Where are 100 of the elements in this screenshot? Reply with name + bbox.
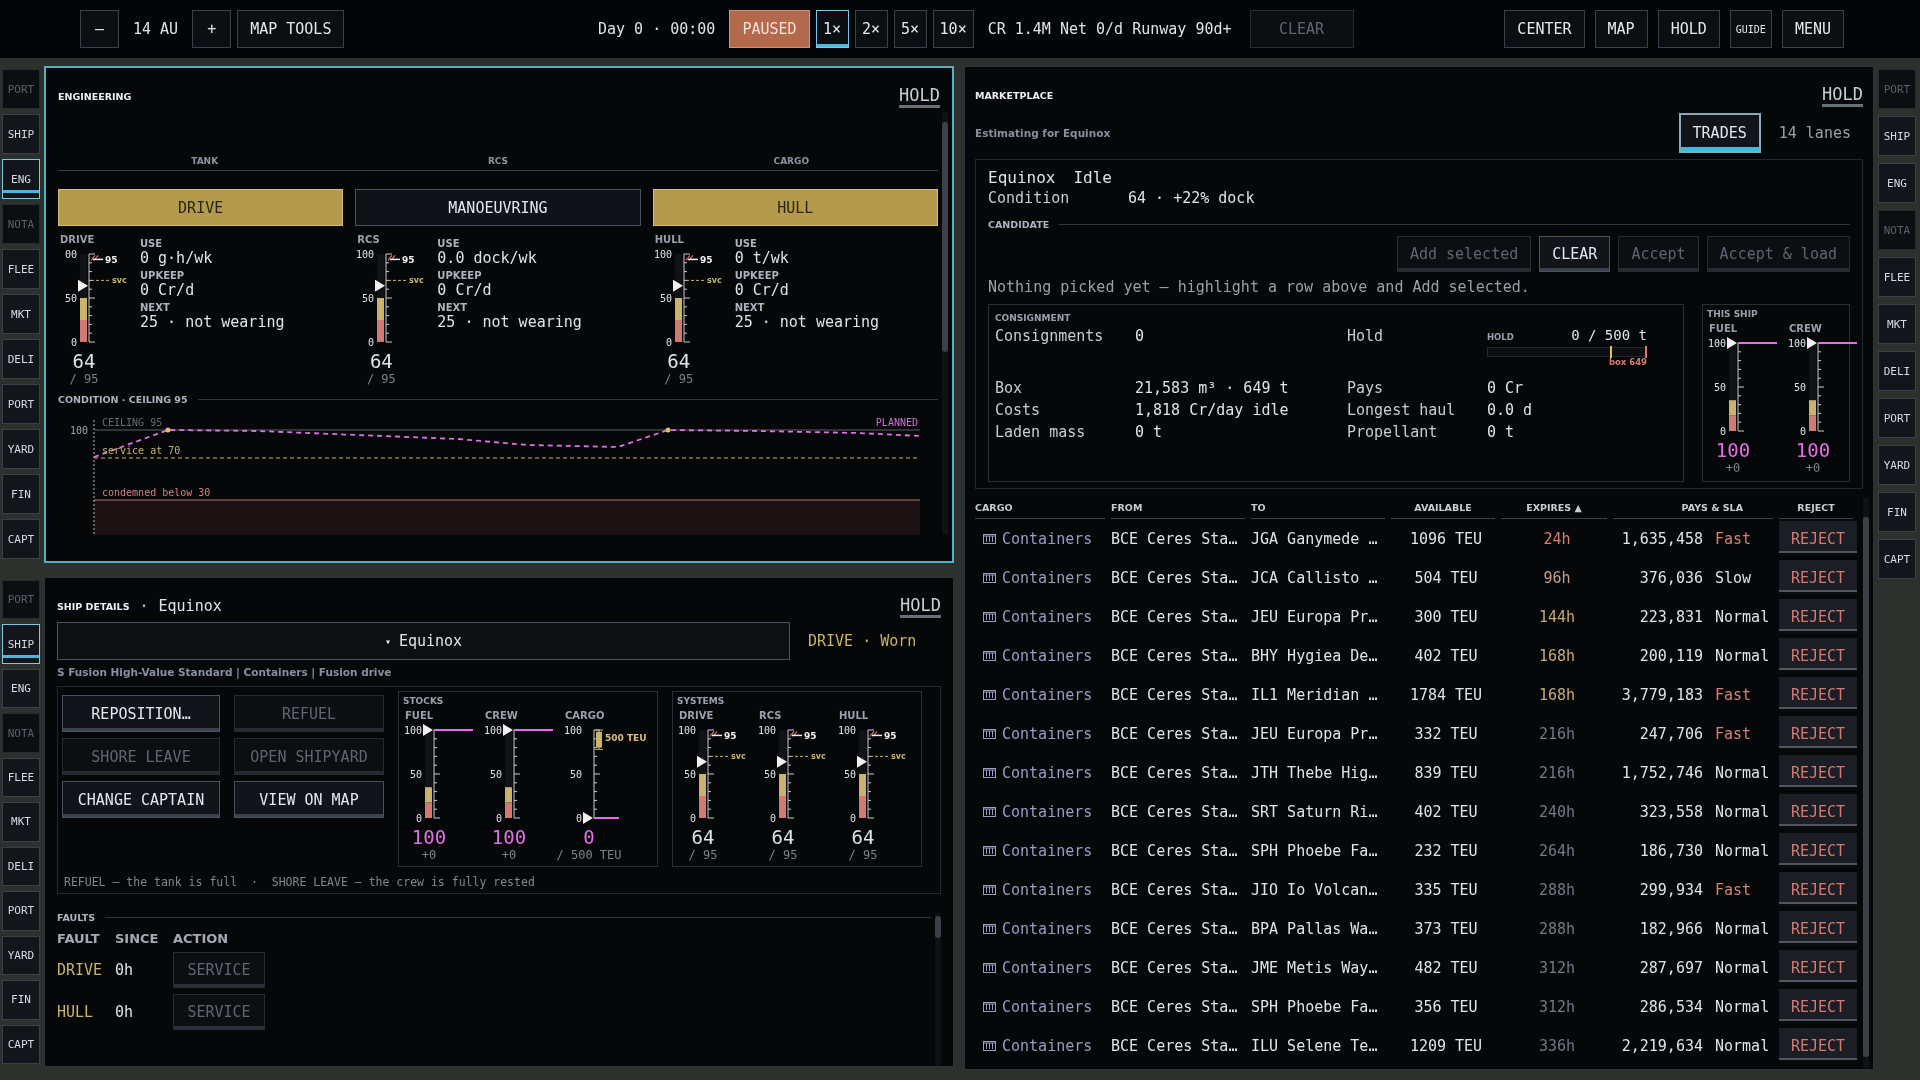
field-label: Costs: [995, 401, 1042, 419]
reject-button[interactable]: REJECT: [1779, 560, 1857, 595]
mode-button[interactable]: HULL: [652, 189, 938, 226]
sidebar-tab[interactable]: PORT: [1878, 398, 1916, 438]
sidebar-tab[interactable]: MKT: [2, 294, 40, 334]
sidebar-tab[interactable]: FLEE: [1878, 257, 1916, 297]
table-cell-text: Normal: [1714, 957, 1771, 979]
sidebar-tab[interactable]: FIN: [1878, 492, 1916, 532]
action-button[interactable]: REPOSITION…: [62, 695, 220, 732]
reject-button[interactable]: REJECT: [1779, 911, 1857, 946]
table-cell-text: BCE Ceres Sta…: [1111, 879, 1239, 901]
hold-link[interactable]: HOLD: [900, 594, 941, 618]
speed-tab[interactable]: 2×: [854, 10, 888, 48]
toolbar-button[interactable]: MENU: [1781, 10, 1844, 48]
reject-button[interactable]: REJECT: [1779, 599, 1857, 634]
candidate-button[interactable]: CLEAR: [1539, 236, 1611, 272]
gauge-subtext: / 95: [768, 848, 798, 862]
table-cell-text: JTH Thebe Hig…: [1251, 762, 1379, 784]
reject-button[interactable]: REJECT: [1779, 755, 1857, 790]
sidebar-tab[interactable]: SHIP: [2, 624, 40, 664]
field-label: NEXT: [437, 302, 469, 313]
sidebar-tab[interactable]: CAPT: [1878, 539, 1916, 579]
gauge-value: 64: [771, 826, 795, 848]
reject-button[interactable]: REJECT: [1779, 1028, 1857, 1063]
condemned-label: condemned below 30: [102, 487, 211, 498]
table-cell-text: 200,119: [1638, 645, 1704, 667]
sidebar-tab[interactable]: FIN: [2, 980, 40, 1020]
sidebar-tab[interactable]: ENG: [2, 159, 40, 199]
sidebar-tab[interactable]: ENG: [2, 668, 40, 709]
zoom-in-button[interactable]: +: [192, 10, 232, 48]
sidebar-tab[interactable]: MKT: [2, 802, 40, 842]
sidebar-tab[interactable]: DELI: [1878, 351, 1916, 391]
reject-button[interactable]: REJECT: [1779, 677, 1857, 712]
sidebar-tab[interactable]: DELI: [2, 846, 40, 887]
sidebar-tab[interactable]: PORT: [2, 891, 40, 931]
table-cell-text: 182,966: [1638, 918, 1704, 940]
table-cell: Containers: [1002, 646, 1093, 665]
sidebar-tab[interactable]: SHIP: [1878, 116, 1916, 156]
column-header: SINCE: [115, 931, 160, 946]
sidebar-tab[interactable]: FLEE: [2, 249, 40, 289]
field-value: 0.0 d: [1487, 401, 1534, 419]
reject-button[interactable]: REJECT: [1779, 716, 1857, 751]
gauge-label: RCS: [356, 234, 381, 246]
sidebar-tab[interactable]: MKT: [1878, 304, 1916, 344]
reject-button[interactable]: REJECT: [1779, 638, 1857, 673]
sidebar-tab[interactable]: YARD: [2, 935, 40, 976]
gauge-label: CREW: [1788, 323, 1823, 335]
toolbar-button[interactable]: CENTER: [1504, 10, 1585, 48]
table-cell: Containers: [1002, 880, 1093, 899]
field-label: NEXT: [140, 302, 171, 313]
reject-button[interactable]: REJECT: [1779, 833, 1857, 868]
zoom-out-button[interactable]: –: [80, 10, 119, 48]
table-cell: Containers: [1002, 997, 1093, 1016]
speed-tab[interactable]: 5×: [893, 10, 927, 48]
tick-label: 100: [837, 725, 856, 736]
sidebar-tab[interactable]: CAPT: [2, 1024, 40, 1064]
reject-button[interactable]: REJECT: [1779, 872, 1857, 907]
table-cell-text: 264h: [1537, 840, 1577, 862]
table-cell-text: 335 TEU: [1413, 879, 1479, 901]
toolbar-button[interactable]: MAP: [1594, 10, 1648, 48]
meter-title: HOLD: [1487, 332, 1514, 342]
tick-label: 50: [659, 293, 672, 304]
sidebar-tab[interactable]: PORT: [2, 384, 40, 424]
gauge-label: RCS: [758, 710, 783, 722]
tab[interactable]: TRADES: [1678, 113, 1761, 153]
sidebar-tab[interactable]: SHIP: [2, 114, 40, 154]
table-cell-text: Normal: [1714, 606, 1771, 628]
map-tools-button[interactable]: MAP TOOLS: [237, 10, 345, 48]
mode-button[interactable]: DRIVE: [58, 189, 344, 226]
target-line: [513, 729, 554, 731]
reject-button[interactable]: REJECT: [1779, 794, 1857, 829]
sidebar-tab[interactable]: ENG: [1878, 163, 1916, 203]
sidebar-tab[interactable]: YARD: [1878, 445, 1916, 485]
hold-link[interactable]: HOLD: [1822, 83, 1863, 107]
table-cell-text: 24h: [1542, 528, 1572, 550]
table-cell-text: 232 TEU: [1413, 840, 1479, 862]
sidebar-tab[interactable]: FLEE: [2, 757, 40, 798]
action-button[interactable]: VIEW ON MAP: [234, 781, 384, 818]
table-cell: Containers: [1002, 763, 1093, 782]
toolbar-button[interactable]: GUIDE: [1729, 10, 1772, 48]
speed-tab[interactable]: 1×: [815, 10, 849, 48]
table-cell-text: BCE Ceres Sta…: [1111, 645, 1239, 667]
tick-label: 50: [489, 769, 502, 780]
reject-button[interactable]: REJECT: [1779, 950, 1857, 985]
table-cell-text: JCA Callisto …: [1251, 567, 1379, 589]
reject-button[interactable]: REJECT: [1779, 989, 1857, 1024]
mode-button[interactable]: MANOEUVRING: [355, 189, 641, 226]
field-value: 21,583 m³ · 649 t: [1135, 379, 1290, 397]
reject-button[interactable]: REJECT: [1779, 521, 1857, 556]
service-label: svc: [112, 276, 127, 286]
sidebar-tab[interactable]: DELI: [2, 339, 40, 379]
speed-tab[interactable]: 10×: [932, 10, 974, 48]
sidebar-tab[interactable]: FIN: [2, 474, 40, 514]
ship-selector[interactable]: ▾ Equinox: [57, 622, 790, 660]
toolbar-button[interactable]: HOLD: [1657, 10, 1720, 48]
hold-link[interactable]: HOLD: [899, 84, 940, 108]
sidebar-tab[interactable]: YARD: [2, 429, 40, 469]
sidebar-tab[interactable]: CAPT: [2, 519, 40, 559]
action-button[interactable]: CHANGE CAPTAIN: [62, 781, 220, 818]
table-cell-text: SPH Phoebe Fa…: [1251, 996, 1379, 1018]
